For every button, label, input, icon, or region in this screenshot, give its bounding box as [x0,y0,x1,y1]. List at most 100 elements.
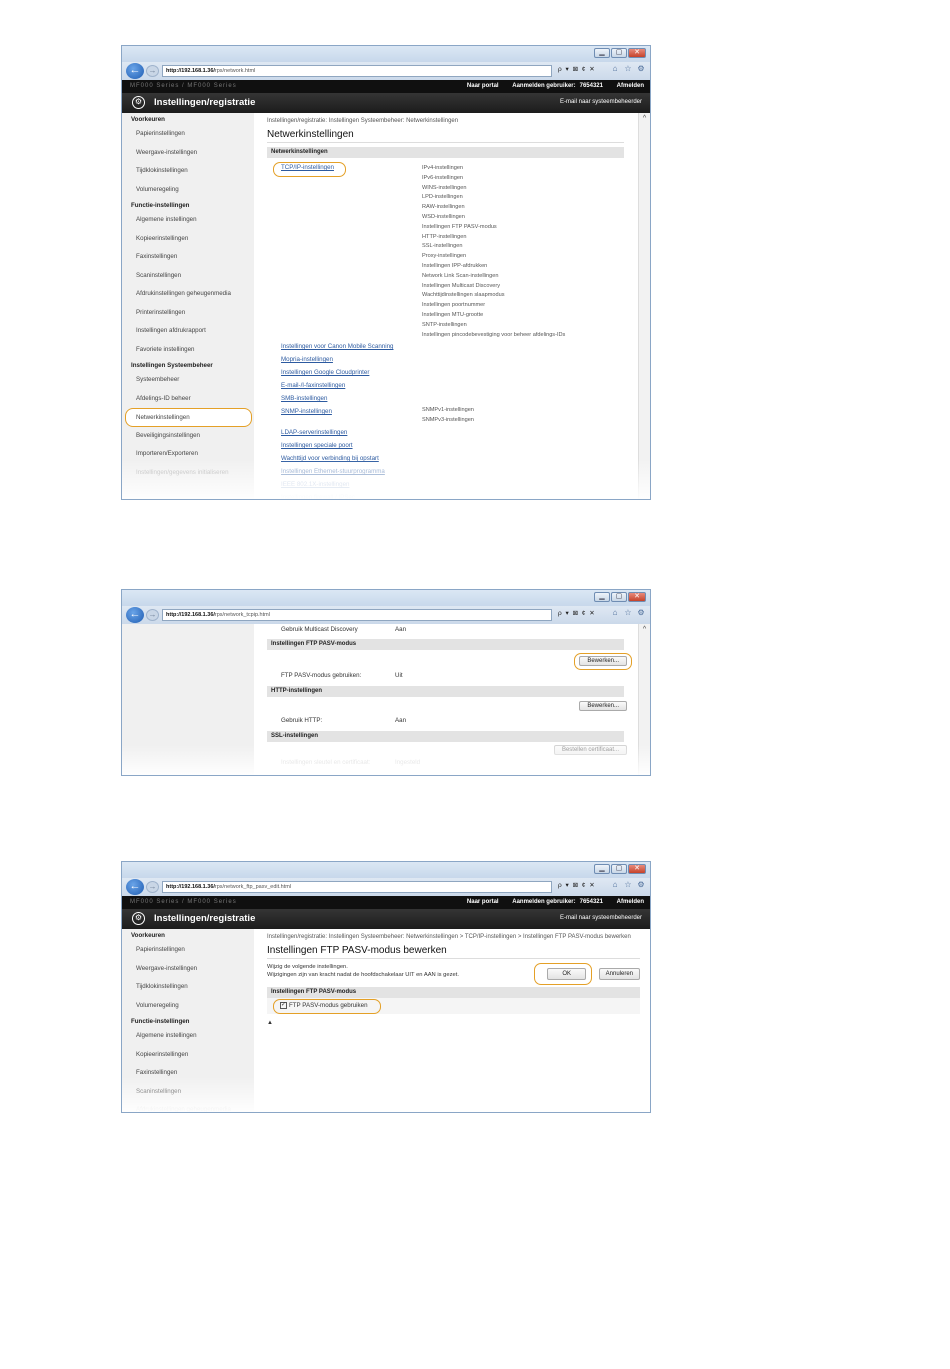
minimize-button[interactable]: ▁ [594,48,610,58]
back-arrow-icon[interactable]: ← [126,63,144,79]
sidebar-item[interactable]: Papierinstellingen [122,941,254,960]
sidebar-item[interactable]: Afdrukinstellingen geheugenmedia [122,1101,254,1112]
sidebar-group: Voorkeuren [131,116,165,123]
sidebar-item[interactable]: Volumeregeling [122,997,254,1016]
ftp-pasv-checkbox[interactable]: ✓ [280,1002,287,1009]
sidebar-item[interactable]: Faxinstellingen [122,248,254,267]
back-arrow-icon[interactable]: ← [126,879,144,895]
close-button[interactable]: ✕ [628,48,646,58]
maximize-button[interactable]: ▢ [611,864,627,874]
url-controls[interactable]: ρ ▾ ⊠ ¢ ✕ [558,881,596,889]
rui-body: Voorkeuren Papierinstellingen Weergave-i… [122,113,650,499]
order-certificate-button[interactable]: Bestellen certificaat... [553,745,627,755]
maximize-button[interactable]: ▢ [611,592,627,602]
close-button[interactable]: ✕ [628,592,646,602]
ethernet-driver-link[interactable]: Instellingen Ethernet-stuurprogramma [281,465,624,478]
scroll-top-icon[interactable]: ▲ [267,1020,640,1026]
sidebar-item-network-settings[interactable]: Netwerkinstellingen [125,408,252,427]
tcpip-settings-link[interactable]: TCP/IP-instellingen [281,164,334,171]
url-input[interactable]: http://192.168.1.36/rps/network.html [162,65,552,77]
google-cloud-print-link[interactable]: Instellingen Google Cloudprinter [281,366,624,379]
url-input[interactable]: http://192.168.1.36/rps/network_tcpip.ht… [162,609,552,621]
minimize-button[interactable]: ▁ [594,864,610,874]
device-name: MF000 Series / MF000 Series [130,899,237,905]
main-content: Gebruik Multicast Discovery Aan Instelli… [267,624,632,775]
portal-link[interactable]: Naar portal [467,899,499,905]
http-value: Aan [395,717,407,724]
home-icon[interactable]: ⌂ [610,608,620,618]
sidebar-item[interactable]: Afdelings-ID beheer [122,390,254,409]
email-ifax-link[interactable]: E-mail-/I-faxinstellingen [281,379,624,392]
http-edit-button[interactable]: Bewerken... [579,701,627,711]
sidebar-item[interactable]: Scaninstellingen [122,1083,254,1102]
list-item: Instellingen poortnummer [422,302,486,309]
forward-arrow-icon[interactable]: → [146,881,159,893]
canon-mobile-scanning-link[interactable]: Instellingen voor Canon Mobile Scanning [281,340,624,353]
close-button[interactable]: ✕ [628,864,646,874]
ftp-edit-button[interactable]: Bewerken... [579,656,627,666]
sidebar-item[interactable]: Tijdklokinstellingen [122,978,254,997]
sidebar-item[interactable]: Faxinstellingen [122,1064,254,1083]
rui-header: ⚙ Instellingen/registratie E-mail naar s… [122,909,650,929]
portal-link[interactable]: Naar portal [467,83,499,89]
url-input[interactable]: http://192.168.1.36/rps/network_ftp_pasv… [162,881,552,893]
tools-gear-icon[interactable]: ⚙ [636,608,646,618]
sidebar-item[interactable]: Printerinstellingen [122,304,254,323]
logout-link[interactable]: Afmelden [617,83,644,89]
sidebar-item[interactable]: Papierinstellingen [122,125,254,144]
sidebar-item[interactable]: Algemene instellingen [122,211,254,230]
logout-link[interactable]: Afmelden [617,899,644,905]
sidebar-item[interactable]: Volumeregeling [122,181,254,200]
screenshot-network-settings: ▁ ▢ ✕ ← → http://192.168.1.36/rps/networ… [121,45,651,500]
home-icon[interactable]: ⌂ [610,880,620,890]
sidebar-item[interactable]: Importeren/Exporteren [122,445,254,464]
scroll-up-icon[interactable]: ^ [639,115,650,122]
sidebar-item[interactable]: Scaninstellingen [122,267,254,286]
sidebar-item[interactable]: Instellingen/gegevens initialiseren [122,464,254,483]
forward-arrow-icon[interactable]: → [146,609,159,621]
ieee-link[interactable]: IEEE 802.1X-instellingen [281,478,624,491]
firewall-link[interactable]: Instellingen firewall / IPSec [281,491,624,499]
favorites-star-icon[interactable]: ☆ [623,64,633,74]
sidebar-item[interactable]: Kopieerinstellingen [122,1046,254,1065]
tools-gear-icon[interactable]: ⚙ [636,880,646,890]
scrollbar[interactable]: ^ [638,624,650,775]
cancel-button[interactable]: Annuleren [598,968,640,980]
ldap-link[interactable]: LDAP-serverinstellingen [281,426,624,439]
settings-gear-icon: ⚙ [132,912,145,925]
sidebar-item[interactable]: Afdrukinstellingen geheugenmedia [122,285,254,304]
sidebar-item[interactable]: Systeembeheer [122,371,254,390]
sidebar-item[interactable]: Instellingen afdrukrapport [122,322,254,341]
dedicated-port-link[interactable]: Instellingen speciale poort [281,439,624,452]
sidebar-item[interactable]: Tijdklokinstellingen [122,162,254,181]
back-arrow-icon[interactable]: ← [126,607,144,623]
sidebar-item[interactable]: Kopieerinstellingen [122,230,254,249]
startup-wait-link[interactable]: Wachttijd voor verbinding bij opstart [281,452,624,465]
sidebar-item[interactable]: Beveiligingsinstellingen [122,427,254,446]
home-icon[interactable]: ⌂ [610,64,620,74]
sidebar-item[interactable]: Weergave-instellingen [122,144,254,163]
scroll-up-icon[interactable]: ^ [639,626,650,633]
section-header: SSL-instellingen [267,731,624,742]
smb-link[interactable]: SMB-instellingen [281,392,624,405]
sidebar-item[interactable]: Favoriete instellingen [122,341,254,360]
url-controls[interactable]: ρ ▾ ⊠ ¢ ✕ [558,609,596,617]
mail-admin-link[interactable]: E-mail naar systeembeheerder [560,915,642,921]
sidebar-item[interactable]: Weergave-instellingen [122,960,254,979]
page-section-title: Instellingen/registratie [154,913,256,924]
ftp-pasv-checkbox-label: FTP PASV-modus gebruiken [289,1002,368,1009]
minimize-button[interactable]: ▁ [594,592,610,602]
tools-gear-icon[interactable]: ⚙ [636,64,646,74]
favorites-star-icon[interactable]: ☆ [623,880,633,890]
mail-admin-link[interactable]: E-mail naar systeembeheerder [560,99,642,105]
ok-button[interactable]: OK [547,968,586,980]
maximize-button[interactable]: ▢ [611,48,627,58]
url-controls[interactable]: ρ ▾ ⊠ ¢ ✕ [558,65,596,73]
forward-arrow-icon[interactable]: → [146,65,159,77]
list-item: WSD-instellingen [422,213,465,220]
mopria-link[interactable]: Mopria-instellingen [281,353,624,366]
scrollbar[interactable]: ^ [638,113,650,499]
sidebar-item[interactable]: Algemene instellingen [122,1027,254,1046]
list-item: RAW-instellingen [422,204,465,211]
favorites-star-icon[interactable]: ☆ [623,608,633,618]
